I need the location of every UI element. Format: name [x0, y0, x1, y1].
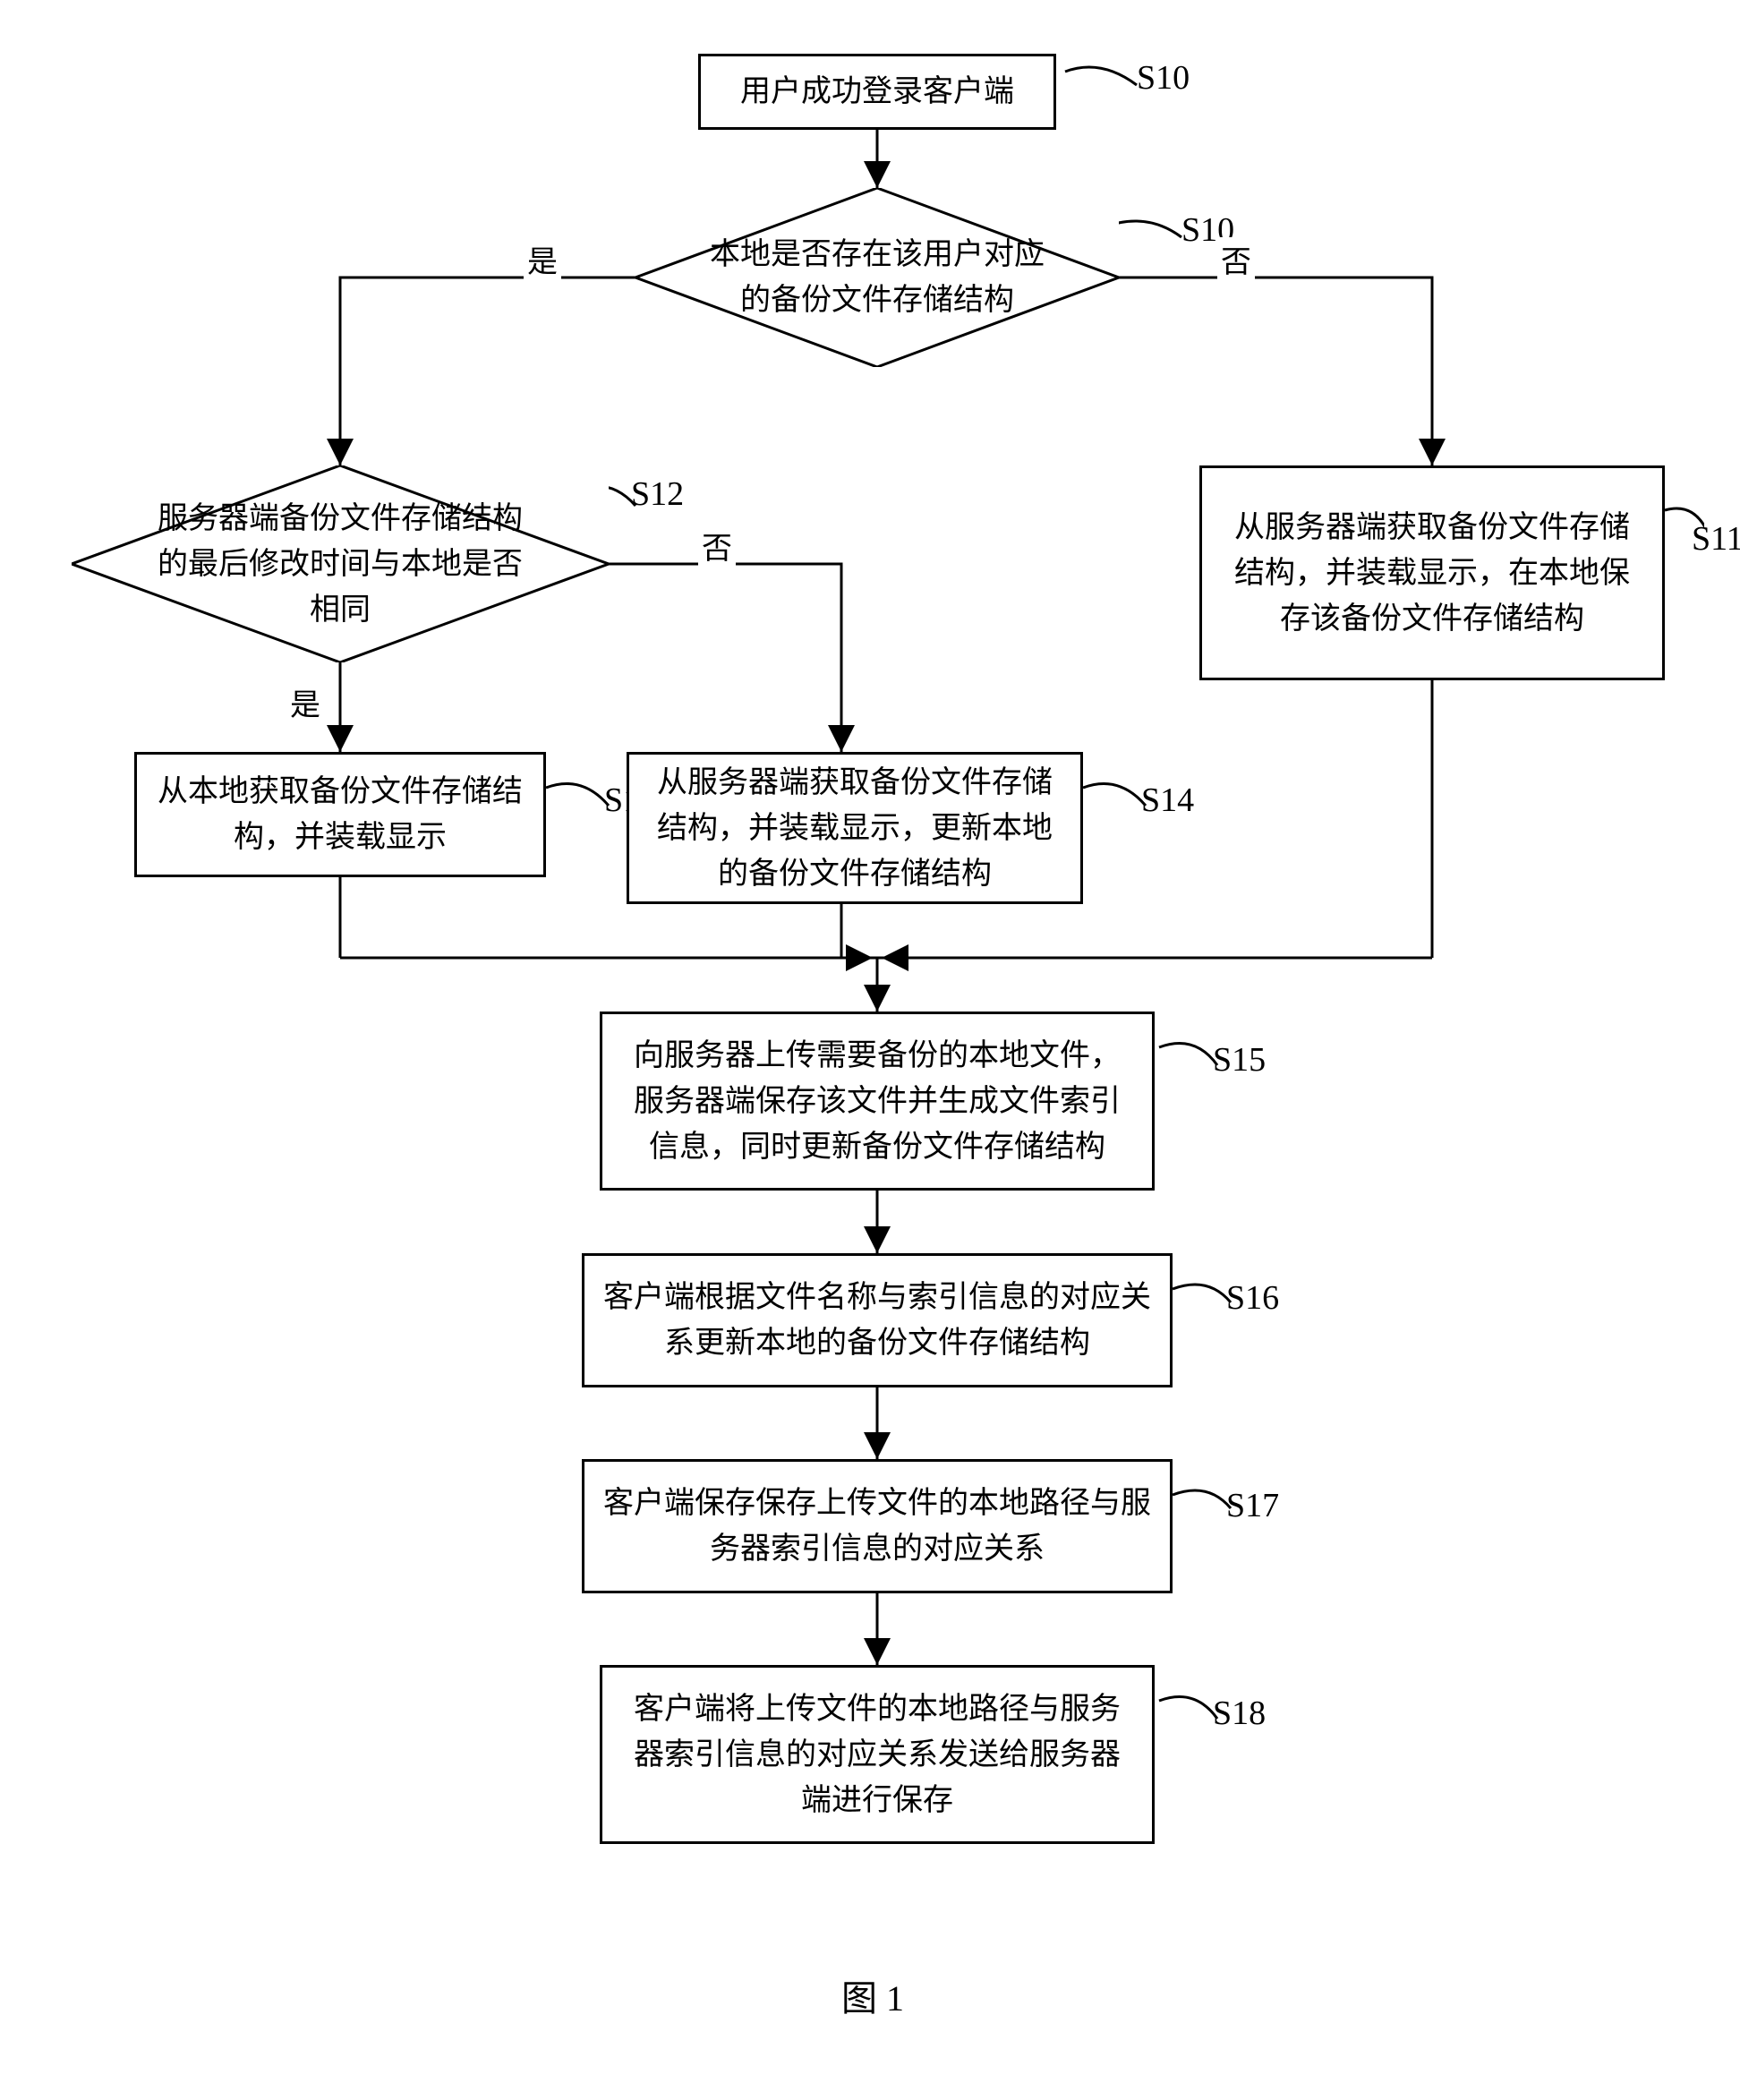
- process-s15: 向服务器上传需要备份的本地文件，服务器端保存该文件并生成文件索引信息，同时更新备…: [600, 1012, 1155, 1191]
- process-login-text: 用户成功登录客户端: [740, 69, 1014, 115]
- step-label-d2: S12: [631, 474, 684, 514]
- flowchart-container: 用户成功登录客户端 S10 本地是否存在该用户对应的备份文件存储结构 S10 是…: [36, 36, 1704, 2059]
- process-s17-text: 客户端保存保存上传文件的本地路径与服务器索引信息的对应关系: [602, 1481, 1152, 1572]
- step-label-s16: S16: [1226, 1278, 1279, 1318]
- decision-time-match: 服务器端备份文件存储结构的最后修改时间与本地是否相同: [72, 465, 609, 662]
- process-s18: 客户端将上传文件的本地路径与服务器索引信息的对应关系发送给服务器端进行保存: [600, 1665, 1155, 1844]
- process-s15-text: 向服务器上传需要备份的本地文件，服务器端保存该文件并生成文件索引信息，同时更新备…: [620, 1033, 1134, 1170]
- process-s16: 客户端根据文件名称与索引信息的对应关系更新本地的备份文件存储结构: [582, 1253, 1173, 1387]
- process-s14-text: 从服务器端获取备份文件存储结构，并装载显示，更新本地的备份文件存储结构: [647, 760, 1062, 897]
- d1-yes-label: 是: [524, 237, 561, 281]
- process-s11: 从服务器端获取备份文件存储结构，并装载显示，在本地保存该备份文件存储结构: [1199, 465, 1665, 680]
- decision-local-exists: 本地是否存在该用户对应的备份文件存储结构: [635, 188, 1119, 367]
- decision-time-match-text: 服务器端备份文件存储结构的最后修改时间与本地是否相同: [143, 496, 537, 633]
- step-label-s14: S14: [1141, 781, 1194, 820]
- d2-no-label: 否: [698, 524, 736, 568]
- figure-caption: 图 1: [841, 1969, 904, 2021]
- step-label-s10a: S10: [1137, 58, 1190, 98]
- process-s13-text: 从本地获取备份文件存储结构，并装载显示: [155, 769, 525, 860]
- d1-no-label: 否: [1217, 237, 1255, 281]
- process-s16-text: 客户端根据文件名称与索引信息的对应关系更新本地的备份文件存储结构: [602, 1275, 1152, 1366]
- d2-yes-label: 是: [286, 680, 324, 724]
- process-s11-text: 从服务器端获取备份文件存储结构，并装载显示，在本地保存该备份文件存储结构: [1220, 505, 1644, 642]
- process-s13: 从本地获取备份文件存储结构，并装载显示: [134, 752, 546, 877]
- process-s17: 客户端保存保存上传文件的本地路径与服务器索引信息的对应关系: [582, 1459, 1173, 1593]
- process-s14: 从服务器端获取备份文件存储结构，并装载显示，更新本地的备份文件存储结构: [627, 752, 1083, 904]
- step-label-s17: S17: [1226, 1486, 1279, 1525]
- decision-local-exists-text: 本地是否存在该用户对应的备份文件存储结构: [707, 232, 1047, 323]
- step-label-s11: S11: [1692, 519, 1740, 559]
- step-label-s15: S15: [1213, 1040, 1266, 1080]
- process-login: 用户成功登录客户端: [698, 54, 1056, 130]
- step-label-s18: S18: [1213, 1694, 1266, 1733]
- process-s18-text: 客户端将上传文件的本地路径与服务器索引信息的对应关系发送给服务器端进行保存: [620, 1686, 1134, 1823]
